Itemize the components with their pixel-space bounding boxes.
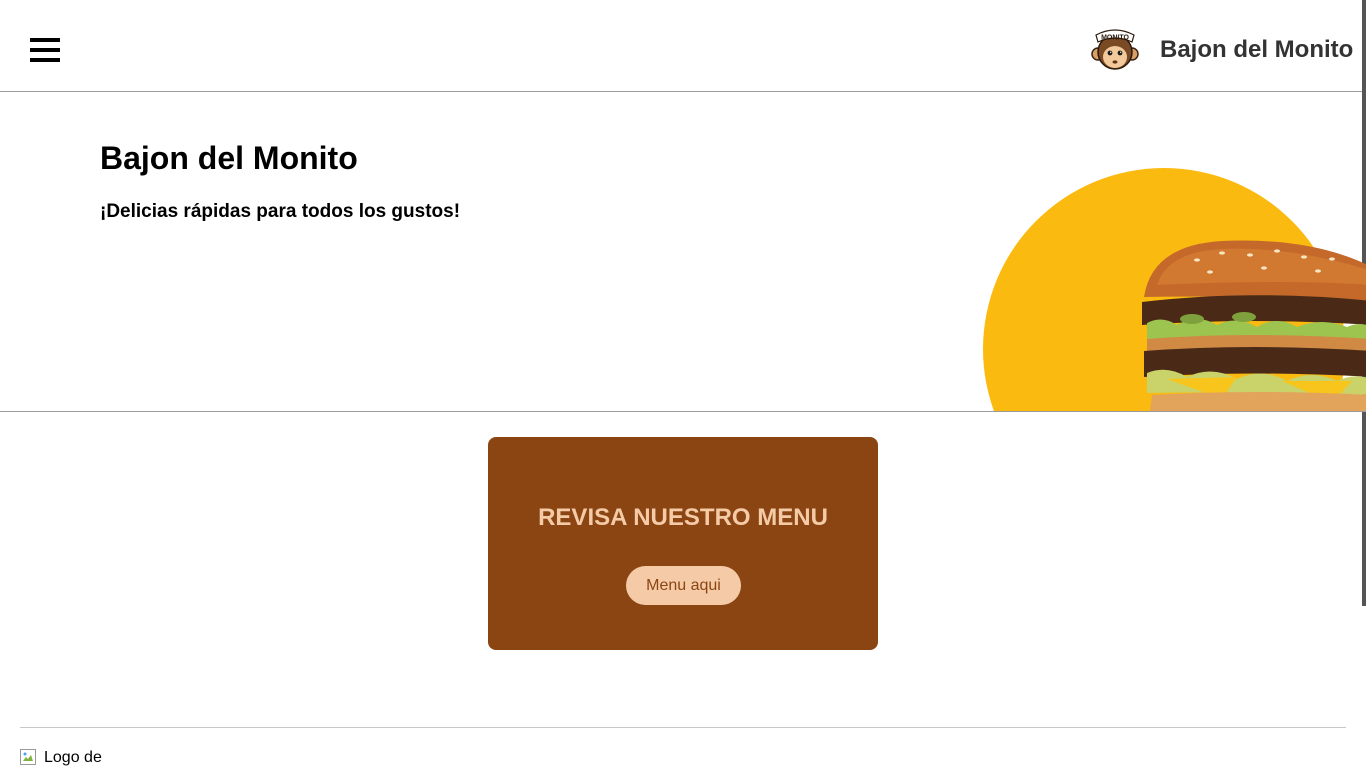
hero-title: Bajon del Monito [100,140,358,176]
menu-button[interactable]: Menu aqui [626,566,741,605]
brand-name[interactable]: Bajon del Monito [1160,36,1353,64]
burger-illustration [983,168,1366,411]
footer-logo-alt-text: Logo de [44,749,102,766]
monkey-logo-icon[interactable]: MONITO [1090,24,1140,74]
broken-image-icon [20,749,36,765]
footer-divider [20,727,1346,728]
menu-card: REVISA NUESTRO MENU Menu aqui [488,437,878,650]
hamburger-menu-icon[interactable] [30,38,60,63]
hero-subtitle: ¡Delicias rápidas para todos los gustos! [100,201,461,222]
monkey-logo-text: MONITO [1101,35,1129,42]
footer-logo: Logo de [20,749,102,768]
menu-card-title: REVISA NUESTRO MENU [538,504,828,531]
site-header: MONITO Bajon del Monito [0,0,1366,92]
hero-section: Bajon del Monito ¡Delicias rápidas para … [0,92,1366,412]
